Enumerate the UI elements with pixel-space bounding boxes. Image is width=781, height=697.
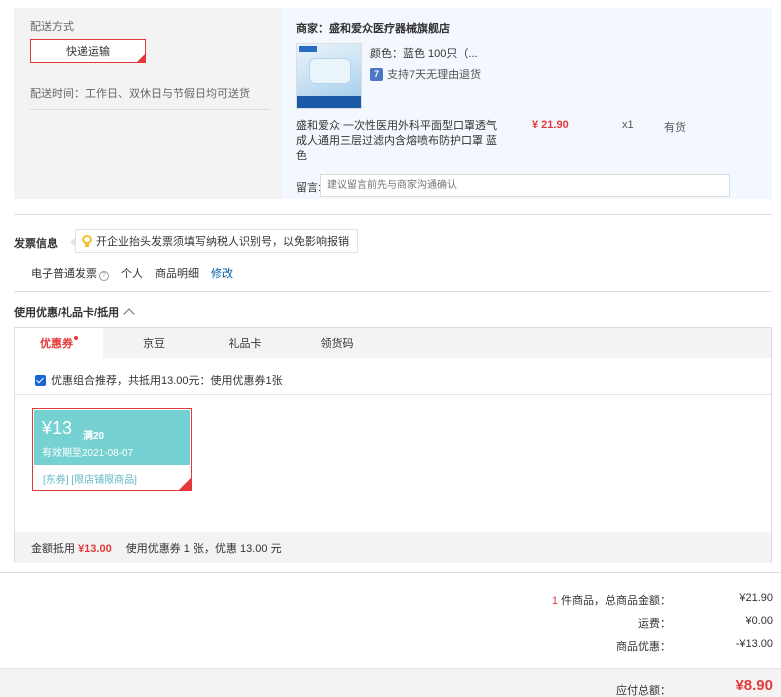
tab-jingdou[interactable]: 京豆 <box>110 328 198 358</box>
summary-shipping-row: 运费： ¥0.00 <box>0 615 781 630</box>
summary-discount-row: 商品优惠： -¥13.00 <box>0 638 781 653</box>
coupon-amount: ¥13 <box>42 418 73 438</box>
invoice-detail: 商品明细 <box>155 268 199 280</box>
invoice-person: 个人 <box>121 268 143 280</box>
product-name[interactable]: 盛和爱众 一次性医用外科平面型口罩透气成人通用三层过滤内含熔喷布防护口罩 蓝色 <box>296 119 506 164</box>
total-label: 应付总额： <box>616 685 671 697</box>
return-policy: 7 支持7天无理由退货 <box>370 66 481 82</box>
selected-check-icon <box>178 477 192 491</box>
invoice-info: 电子普通发票? 个人 商品明细 修改 <box>31 265 233 281</box>
tab-jingdou-label: 京豆 <box>143 338 165 350</box>
summary-shipping-label: 运费： <box>638 618 671 630</box>
combo-recommend[interactable]: 优惠组合推荐，共抵用13.00元：使用优惠券1张 <box>35 372 283 388</box>
coupon-footer-text: 金额抵用 ¥13.00 <box>31 540 112 556</box>
shipping-method-label: 快递运输 <box>66 46 110 58</box>
coupon-card[interactable]: ¥13 满20 有效期至2021-08-07 [东券] [限店铺限商品] <box>32 408 192 491</box>
new-dot-icon <box>74 336 78 340</box>
product-price: ¥ 21.90 <box>532 119 569 131</box>
section-divider <box>0 572 781 573</box>
product-image-tag <box>299 46 317 52</box>
shipping-method-button[interactable]: 快递运输 <box>30 39 146 63</box>
shipping-left: 配送方式 <box>30 18 270 34</box>
coupon-valid-date: 有效期至2021-08-07 <box>42 448 134 459</box>
tab-pickup-code[interactable]: 领货码 <box>293 328 381 358</box>
invoice-type: 电子普通发票? <box>31 265 109 281</box>
return-policy-icon: 7 <box>370 67 383 81</box>
coupon-tabs: 优惠券 京豆 礼品卡 领货码 <box>15 328 771 358</box>
product-image[interactable] <box>296 43 362 109</box>
product-quantity: x1 <box>622 119 634 131</box>
coupon-footer-detail: 使用优惠券 1 张，优惠 13.00 元 <box>125 542 282 555</box>
tab-gift-card[interactable]: 礼品卡 <box>201 328 289 358</box>
invoice-type-text: 电子普通发票 <box>31 268 97 280</box>
shipping-section: 配送方式 快递运输 配送时间：工作日、双休日与节假日均可送货 商家：盛和爱众医疗… <box>14 8 772 199</box>
coupon-card-top: ¥13 满20 有效期至2021-08-07 <box>34 410 190 465</box>
summary-discount-value: -¥13.00 <box>735 638 773 650</box>
bulb-icon <box>82 235 92 247</box>
coupon-footer-amount: ¥13.00 <box>78 542 112 555</box>
summary-items-count: 1 <box>551 595 558 607</box>
coupon-tags: [东券] [限店铺限商品] <box>43 475 137 486</box>
summary-shipping-value: ¥0.00 <box>745 615 773 627</box>
coupon-footer-label: 金额抵用 <box>31 542 75 555</box>
chevron-up-icon[interactable] <box>123 308 135 320</box>
tab-coupon[interactable]: 优惠券 <box>15 328 103 358</box>
combo-checkbox[interactable] <box>35 374 46 386</box>
return-policy-text: 支持7天无理由退货 <box>387 69 482 81</box>
info-icon[interactable]: ? <box>99 271 109 281</box>
coupon-condition: 满20 <box>83 431 105 442</box>
note-input[interactable] <box>320 174 730 197</box>
section-divider <box>14 291 772 292</box>
summary-items-text: 件商品，总商品金额： <box>561 595 671 607</box>
coupon-title-text: 使用优惠/礼品卡/抵用 <box>14 307 120 319</box>
product-stock: 有货 <box>664 122 686 134</box>
product-color: 颜色：蓝色 100只（... <box>370 48 478 60</box>
note-label: 留言: <box>296 182 322 194</box>
combo-text: 优惠组合推荐，共抵用13.00元：使用优惠券1张 <box>51 375 283 387</box>
tab-gift-card-label: 礼品卡 <box>228 338 262 350</box>
total-bar: 应付总额： ¥8.90 <box>0 668 781 697</box>
coupon-panel: 优惠券 京豆 礼品卡 领货码 优惠组合推荐，共抵用13.00元：使用优惠券1张 … <box>14 327 772 563</box>
summary-items-label: 1 件商品，总商品金额： <box>552 592 671 608</box>
summary-items-total: ¥21.90 <box>739 592 773 604</box>
total-value: ¥8.90 <box>735 677 773 694</box>
panel-divider <box>15 394 771 395</box>
invoice-title: 发票信息 <box>14 238 58 250</box>
tab-coupon-label: 优惠券 <box>40 338 73 350</box>
invoice-tip-text: 开企业抬头发票须填写纳税人识别号，以免影响报销 <box>96 236 349 248</box>
summary-items-row: 1 件商品，总商品金额： ¥21.90 <box>0 592 781 608</box>
shipping-time: 配送时间：工作日、双休日与节假日均可送货 <box>30 85 270 110</box>
tab-pickup-code-label: 领货码 <box>320 338 354 350</box>
shop-name: 商家：盛和爱众医疗器械旗舰店 <box>296 23 450 35</box>
invoice-edit-link[interactable]: 修改 <box>211 265 233 281</box>
selected-check-icon <box>136 53 146 63</box>
coupon-footer: 金额抵用 ¥13.00 使用优惠券 1 张，优惠 13.00 元 <box>15 532 771 563</box>
mask-image-icon <box>309 58 351 84</box>
invoice-tip: 开企业抬头发票须填写纳税人识别号，以免影响报销 <box>70 229 358 253</box>
coupon-title[interactable]: 使用优惠/礼品卡/抵用 <box>14 304 135 320</box>
section-divider <box>14 214 772 215</box>
summary-discount-label: 商品优惠： <box>616 641 671 653</box>
shipping-label: 配送方式 <box>30 21 74 33</box>
product-section: 商家：盛和爱众医疗器械旗舰店 颜色：蓝色 100只（... 7 支持7天无理由退… <box>282 8 772 199</box>
product-image-band <box>297 96 361 108</box>
